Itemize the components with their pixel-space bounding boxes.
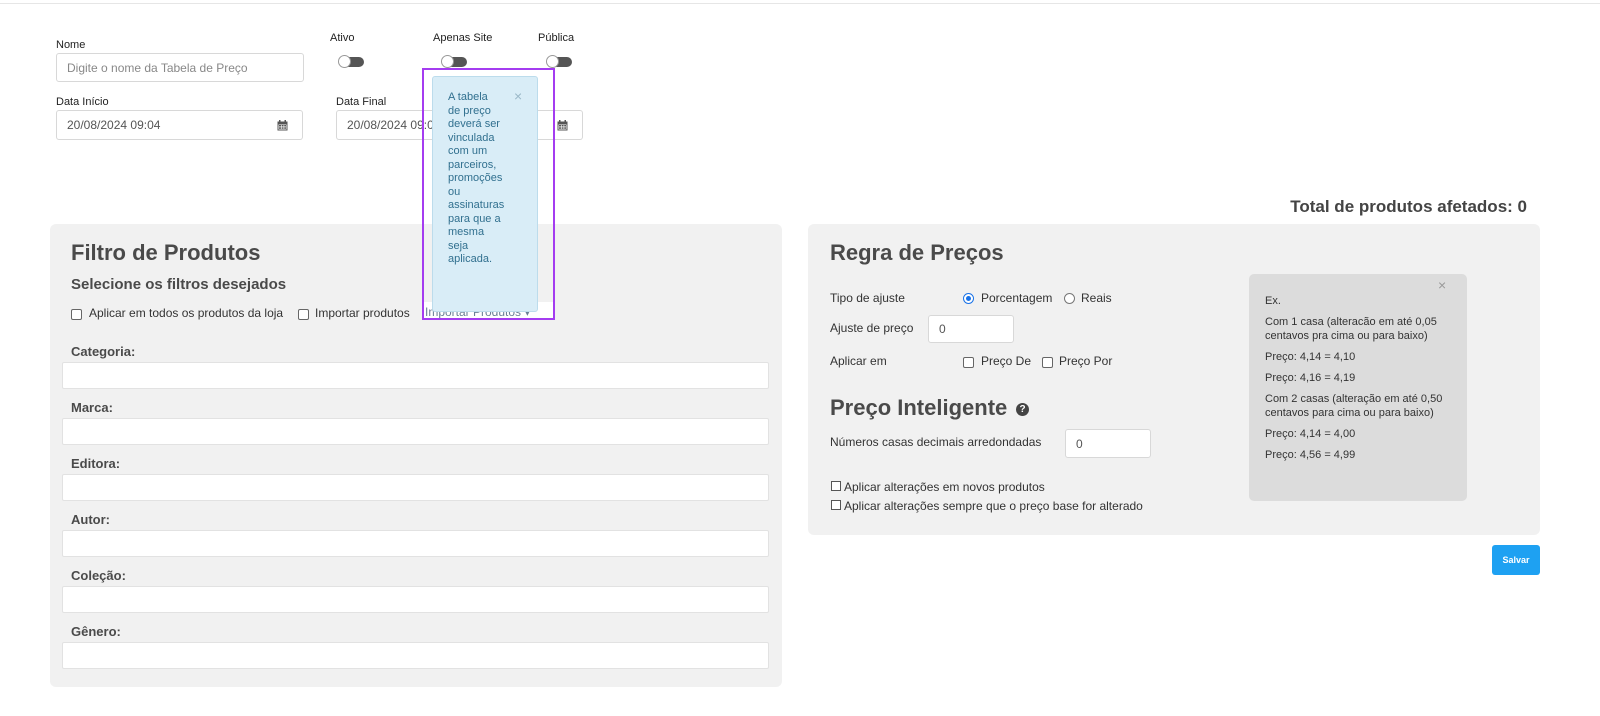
ajuste-preco-input[interactable]: 0 bbox=[928, 315, 1014, 343]
editora-label: Editora: bbox=[71, 456, 121, 471]
name-label: Nome bbox=[56, 39, 86, 51]
porcentagem-radio[interactable] bbox=[963, 293, 974, 304]
importar-label: Importar produtos bbox=[315, 306, 410, 320]
genero-label: Gênero: bbox=[71, 624, 121, 639]
aplicar-todos-label: Aplicar em todos os produtos da loja bbox=[89, 306, 284, 320]
porcentagem-label: Porcentagem bbox=[981, 291, 1053, 305]
help-icon[interactable]: ? bbox=[1016, 403, 1029, 416]
data-inicio-calendar-button[interactable] bbox=[263, 110, 303, 140]
autor-label: Autor: bbox=[71, 512, 110, 527]
calendar-icon bbox=[557, 119, 568, 130]
colecao-label: Coleção: bbox=[71, 568, 126, 583]
calendar-icon bbox=[277, 119, 288, 130]
aplicar-todos-checkbox[interactable] bbox=[71, 309, 82, 320]
casas-decimais-label: Números casas decimais arredondadas bbox=[830, 435, 1042, 449]
autor-input[interactable] bbox=[62, 530, 769, 557]
colecao-input[interactable] bbox=[62, 586, 769, 613]
top-divider bbox=[0, 3, 1600, 4]
hint-close-icon[interactable]: × bbox=[1438, 277, 1446, 293]
preco-de-checkbox[interactable] bbox=[963, 357, 974, 368]
categoria-input[interactable] bbox=[62, 362, 769, 389]
exemplo-hint-text: Ex. Com 1 casa (alteracão em até 0,05 ce… bbox=[1265, 295, 1443, 461]
preco-por-checkbox[interactable] bbox=[1042, 357, 1053, 368]
ajuste-preco-label: Ajuste de preço bbox=[830, 321, 914, 335]
ativo-toggle[interactable] bbox=[338, 55, 364, 68]
ativo-label: Ativo bbox=[330, 32, 355, 44]
preco-por-label: Preço Por bbox=[1059, 354, 1113, 368]
filtro-title: Filtro de Produtos bbox=[71, 240, 261, 265]
highlight-box bbox=[422, 68, 555, 320]
filtro-subtitle: Selecione os filtros desejados bbox=[71, 276, 287, 293]
regra-title: Regra de Preços bbox=[830, 240, 1004, 265]
apenas-site-toggle[interactable] bbox=[441, 55, 467, 68]
preco-inteligente-title: Preço Inteligente bbox=[830, 395, 1008, 420]
data-inicio-label: Data Início bbox=[56, 96, 109, 108]
novos-produtos-checkbox[interactable] bbox=[831, 481, 841, 491]
save-button[interactable]: Salvar bbox=[1492, 545, 1540, 575]
importar-checkbox[interactable] bbox=[298, 309, 309, 320]
data-inicio-input[interactable]: 20/08/2024 09:04 bbox=[56, 110, 264, 140]
total-produtos-afetados: Total de produtos afetados: 0 bbox=[1290, 197, 1527, 216]
editora-input[interactable] bbox=[62, 474, 769, 501]
publica-label: Pública bbox=[538, 32, 575, 44]
casas-decimais-input[interactable]: 0 bbox=[1065, 429, 1151, 458]
marca-input[interactable] bbox=[62, 418, 769, 445]
reais-label: Reais bbox=[1081, 291, 1112, 305]
data-final-label: Data Final bbox=[336, 96, 387, 108]
preco-base-checkbox[interactable] bbox=[831, 500, 841, 510]
categoria-label: Categoria: bbox=[71, 344, 136, 359]
preco-base-label: Aplicar alterações sempre que o preço ba… bbox=[844, 499, 1143, 513]
preco-de-label: Preço De bbox=[981, 354, 1032, 368]
name-input[interactable]: Digite o nome da Tabela de Preço bbox=[56, 53, 304, 82]
apenas-site-label: Apenas Site bbox=[433, 32, 493, 44]
novos-produtos-label: Aplicar alterações em novos produtos bbox=[844, 480, 1045, 494]
filtro-panel bbox=[50, 224, 782, 687]
genero-input[interactable] bbox=[62, 642, 769, 669]
marca-label: Marca: bbox=[71, 400, 113, 415]
reais-radio[interactable] bbox=[1064, 293, 1075, 304]
tipo-ajuste-label: Tipo de ajuste bbox=[830, 291, 905, 305]
publica-toggle[interactable] bbox=[546, 55, 572, 68]
aplicar-em-label: Aplicar em bbox=[830, 354, 887, 368]
